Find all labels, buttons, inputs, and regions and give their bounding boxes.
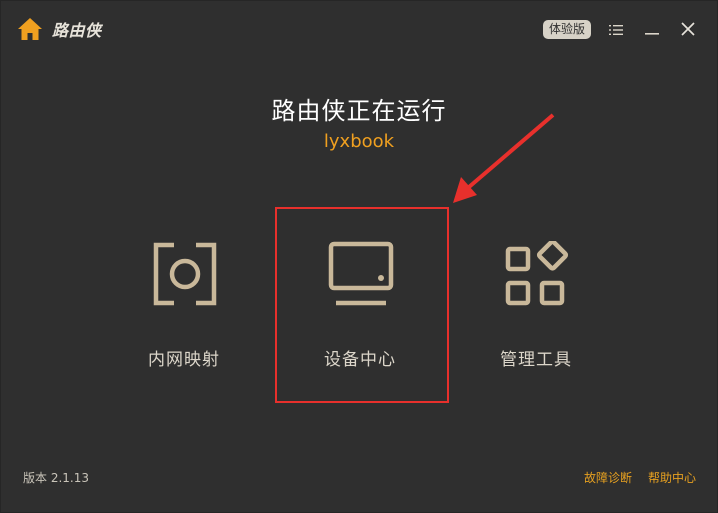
account-name: lyxbook bbox=[323, 131, 395, 152]
status-title: 路由侠正在运行 bbox=[271, 97, 447, 125]
home-icon bbox=[17, 17, 43, 41]
close-icon bbox=[681, 21, 695, 40]
feature-label: 内网映射 bbox=[148, 350, 220, 370]
minimize-icon bbox=[645, 21, 659, 40]
close-button[interactable] bbox=[677, 19, 699, 41]
feature-label: 设备中心 bbox=[324, 350, 396, 370]
monitor-icon bbox=[328, 241, 394, 307]
title-bar[interactable]: 路由侠 体验版 bbox=[1, 1, 717, 59]
feature-port-mapping[interactable]: 内网映射 bbox=[109, 229, 259, 379]
brand: 路由侠 bbox=[17, 17, 102, 41]
menu-icon bbox=[609, 21, 623, 40]
help-center-link[interactable]: 帮助中心 bbox=[648, 469, 696, 486]
version-label: 版本 2.1.13 bbox=[23, 471, 89, 485]
app-name: 路由侠 bbox=[52, 21, 102, 40]
apps-grid-icon bbox=[504, 239, 570, 307]
edition-badge: 体验版 bbox=[543, 20, 591, 39]
diagnose-link[interactable]: 故障诊断 bbox=[584, 469, 632, 486]
app-window: 路由侠 体验版 路由侠正在运行 lyxbook 内网映射 设备中心 管理工具 版… bbox=[0, 0, 718, 513]
feature-label: 管理工具 bbox=[500, 350, 572, 370]
feature-device-center[interactable]: 设备中心 bbox=[285, 229, 435, 379]
menu-button[interactable] bbox=[605, 19, 627, 41]
feature-management-tools[interactable]: 管理工具 bbox=[461, 229, 611, 379]
target-square-icon bbox=[152, 241, 218, 307]
minimize-button[interactable] bbox=[641, 19, 663, 41]
